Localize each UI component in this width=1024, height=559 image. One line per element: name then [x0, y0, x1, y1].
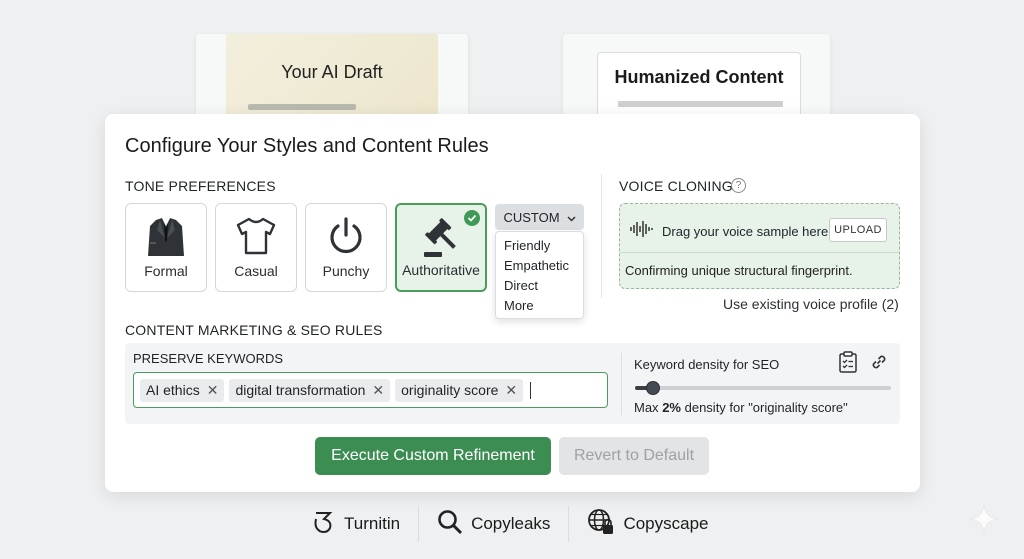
- link-icon[interactable]: [869, 352, 889, 377]
- remove-keyword-icon[interactable]: ✕: [505, 382, 517, 399]
- gavel-icon: [420, 217, 462, 264]
- keyword-chip: digital transformation ✕: [229, 378, 391, 402]
- text-caret: [530, 381, 532, 399]
- existing-voice-profile-link[interactable]: Use existing voice profile (2): [723, 296, 899, 312]
- density-note-suffix: density for "originality score": [684, 400, 848, 415]
- drop-instructions: Drag your voice sample here: [662, 224, 829, 239]
- globe-lock-icon: [587, 508, 615, 541]
- humanized-line: [618, 101, 783, 107]
- section-divider: [601, 174, 602, 298]
- brand-copyscape: Copyscape: [587, 508, 709, 541]
- configure-panel: Configure Your Styles and Content Rules …: [105, 114, 920, 492]
- panel-title: Configure Your Styles and Content Rules: [125, 135, 489, 157]
- keyword-density-slider[interactable]: [635, 381, 891, 395]
- keyword-chip-label: originality score: [401, 382, 499, 398]
- seo-rules-label: CONTENT MARKETING & SEO RULES: [125, 322, 383, 338]
- tone-preferences-label: TONE PREFERENCES: [125, 178, 276, 194]
- menu-item-friendly[interactable]: Friendly: [504, 236, 583, 256]
- tone-option-label: Authoritative: [402, 262, 480, 278]
- brand-copyleaks: Copyleaks: [437, 509, 550, 540]
- brand-label: Copyscape: [623, 514, 709, 533]
- menu-item-empathetic[interactable]: Empathetic: [504, 256, 583, 276]
- draft-line: [248, 104, 356, 110]
- draft-title: Your AI Draft: [281, 62, 383, 82]
- chevron-down-icon: [567, 210, 576, 225]
- tone-option-label: Formal: [144, 263, 188, 279]
- tone-option-punchy[interactable]: Punchy: [305, 203, 387, 292]
- keyword-chip-label: digital transformation: [235, 382, 366, 398]
- brand-label: Copyleaks: [471, 514, 551, 533]
- seo-rules-box: PRESERVE KEYWORDS AI ethics ✕ digital tr…: [125, 343, 900, 424]
- keyword-chip-label: AI ethics: [146, 382, 200, 398]
- tone-option-label: Casual: [234, 263, 278, 279]
- slider-thumb[interactable]: [645, 381, 660, 395]
- density-note: Max 2% density for "originality score": [634, 400, 848, 415]
- help-icon[interactable]: ?: [731, 178, 746, 193]
- magnifier-icon: [437, 509, 463, 540]
- tshirt-icon: [234, 216, 278, 261]
- brand-turnitin: Turnitin: [310, 509, 400, 540]
- custom-tone-menu: Friendly Empathetic Direct More: [495, 231, 584, 319]
- dropzone-divider: [620, 252, 899, 253]
- seo-divider: [621, 353, 622, 415]
- custom-tone-dropdown[interactable]: CUSTOM: [495, 204, 584, 230]
- revert-default-button[interactable]: Revert to Default: [559, 437, 709, 475]
- voice-sample-dropzone[interactable]: Drag your voice sample here UPLOAD Confi…: [619, 203, 900, 289]
- keyword-chip: AI ethics ✕: [140, 378, 225, 402]
- tone-option-authoritative[interactable]: Authoritative: [395, 203, 487, 292]
- density-note-prefix: Max: [634, 400, 659, 415]
- waveform-icon: [630, 220, 654, 243]
- tone-option-formal[interactable]: Formal: [125, 203, 207, 292]
- density-note-value: 2%: [662, 400, 681, 415]
- keyword-chip: originality score ✕: [395, 378, 524, 402]
- tone-option-casual[interactable]: Casual: [215, 203, 297, 292]
- tone-options: Formal Casual Punchy Authoritative: [125, 203, 487, 292]
- brand-divider: [418, 506, 420, 542]
- preserve-keywords-label: PRESERVE KEYWORDS: [133, 351, 284, 366]
- check-icon: [464, 210, 480, 226]
- voice-cloning-label: VOICE CLONING: [619, 178, 733, 194]
- execute-refinement-button[interactable]: Execute Custom Refinement: [315, 437, 551, 475]
- power-icon: [326, 216, 366, 261]
- brand-label: Turnitin: [344, 514, 401, 533]
- keywords-input[interactable]: AI ethics ✕ digital transformation ✕ ori…: [133, 372, 608, 408]
- checklist-icon[interactable]: [838, 351, 858, 378]
- sparkle-icon: [968, 503, 1000, 540]
- keyword-density-label: Keyword density for SEO: [634, 357, 780, 372]
- remove-keyword-icon[interactable]: ✕: [207, 382, 219, 399]
- menu-item-direct[interactable]: Direct: [504, 276, 583, 296]
- upload-button[interactable]: UPLOAD: [829, 218, 887, 242]
- suit-icon: [146, 216, 186, 263]
- menu-item-more[interactable]: More: [504, 296, 583, 316]
- dropzone-prompt: Drag your voice sample here: [630, 220, 828, 243]
- tone-option-label: Punchy: [322, 263, 370, 279]
- voice-status-text: Confirming unique structural fingerprint…: [625, 263, 853, 278]
- humanized-title: Humanized Content: [614, 67, 784, 87]
- turnitin-logo-icon: [310, 509, 336, 540]
- remove-keyword-icon[interactable]: ✕: [372, 382, 384, 399]
- brand-row: Turnitin Copyleaks Copyscape: [310, 506, 709, 542]
- brand-divider: [568, 506, 570, 542]
- custom-tone-label: CUSTOM: [503, 209, 560, 225]
